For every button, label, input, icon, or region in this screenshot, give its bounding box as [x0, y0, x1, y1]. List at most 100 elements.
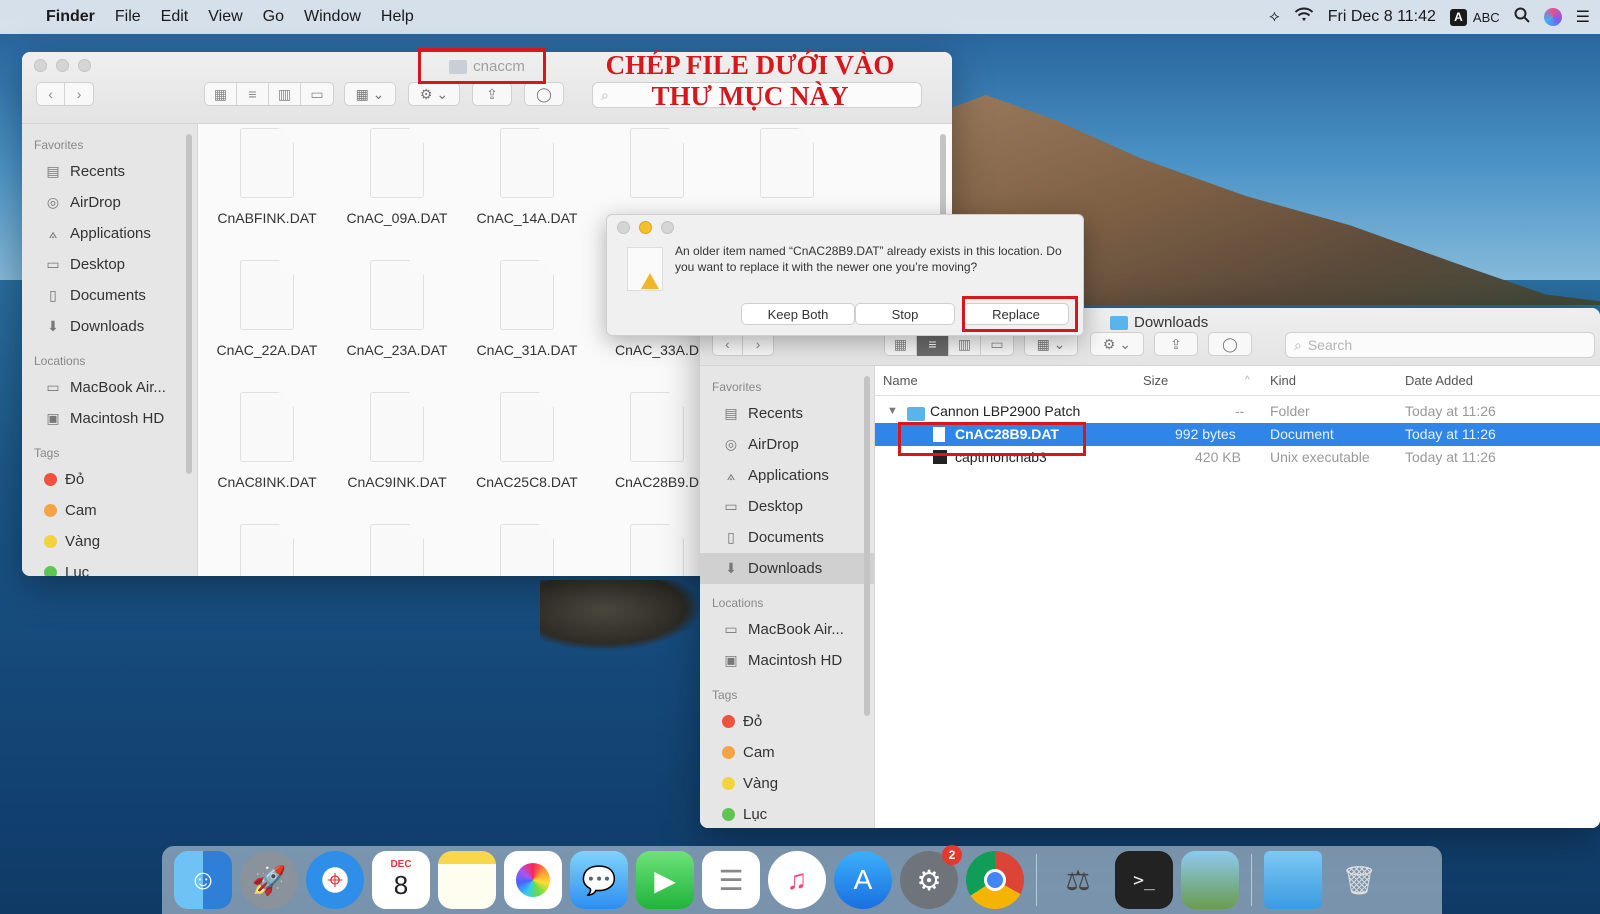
- menu-view[interactable]: View: [208, 8, 242, 26]
- sidebar-item-applications[interactable]: ⟑ Applications: [22, 218, 197, 249]
- menu-help[interactable]: Help: [381, 8, 414, 26]
- group-by-button[interactable]: ▦ ⌄: [344, 82, 396, 106]
- reminders-dock-icon[interactable]: ☰: [702, 851, 760, 909]
- sidebar-item-desktop[interactable]: ▭ Desktop: [700, 491, 874, 522]
- file-item[interactable]: [722, 128, 852, 210]
- sidebar-item-applications[interactable]: ⟑ Applications: [700, 460, 874, 491]
- gallery-view-icon[interactable]: ▭: [301, 82, 333, 106]
- close-button[interactable]: [617, 221, 630, 234]
- menu-go[interactable]: Go: [263, 8, 284, 26]
- minimize-button[interactable]: [639, 221, 652, 234]
- file-item[interactable]: CnAC9INK.DAT: [332, 392, 462, 490]
- column-view-icon[interactable]: ▥: [269, 82, 301, 106]
- safari-dock-icon[interactable]: ⌖: [306, 851, 364, 909]
- file-item[interactable]: CnAC_14A.DAT: [462, 128, 592, 226]
- zoom-button[interactable]: [661, 221, 674, 234]
- wifi-icon[interactable]: [1294, 7, 1314, 28]
- action-button[interactable]: ⚙ ⌄: [408, 82, 460, 106]
- stop-button[interactable]: Stop: [855, 303, 955, 325]
- sidebar-item-macbook[interactable]: ▭ MacBook Air...: [700, 614, 874, 645]
- column-header-date[interactable]: Date Added: [1405, 373, 1473, 388]
- back-icon[interactable]: ‹: [37, 82, 66, 106]
- folder-stack-dock-icon[interactable]: [1264, 851, 1322, 909]
- column-header-size[interactable]: Size: [1143, 373, 1168, 388]
- menu-clock[interactable]: Fri Dec 8 11:42: [1328, 8, 1436, 26]
- sidebar-tag-orange[interactable]: Cam: [700, 737, 874, 768]
- sidebar-item-airdrop[interactable]: ◎ AirDrop: [22, 187, 197, 218]
- file-item[interactable]: [332, 524, 462, 576]
- table-row[interactable]: ▼ Cannon LBP2900 Patch -- Folder Today a…: [875, 400, 1600, 423]
- notification-center-icon[interactable]: ☰: [1576, 7, 1590, 27]
- sidebar-item-airdrop[interactable]: ◎ AirDrop: [700, 429, 874, 460]
- sidebar-tag-green[interactable]: Lục: [22, 557, 197, 576]
- file-item[interactable]: [202, 524, 332, 576]
- tags-button[interactable]: ◯: [524, 82, 564, 106]
- search-field[interactable]: ⌕ Search: [1285, 332, 1595, 358]
- sidebar-item-documents[interactable]: ▯ Documents: [22, 280, 197, 311]
- disk-icon: ▣: [46, 410, 60, 426]
- file-item[interactable]: CnAC25C8.DAT: [462, 392, 592, 490]
- sidebar-tag-yellow[interactable]: Vàng: [700, 768, 874, 799]
- search-icon: ⌕: [1294, 336, 1302, 353]
- icon-view-icon[interactable]: ▦: [205, 82, 237, 106]
- action-button[interactable]: ⚙ ⌄: [1090, 332, 1144, 356]
- file-item[interactable]: [462, 524, 592, 576]
- music-dock-icon[interactable]: ♫: [768, 851, 826, 909]
- terminal-dock-icon[interactable]: >_: [1115, 851, 1173, 909]
- file-item[interactable]: CnAC_09A.DAT: [332, 128, 462, 226]
- file-item[interactable]: CnABFINK.DAT: [202, 128, 332, 226]
- file-item[interactable]: CnAC_23A.DAT: [332, 260, 462, 358]
- menu-finder[interactable]: Finder: [46, 8, 95, 26]
- sidebar-scrollbar[interactable]: [186, 134, 192, 474]
- messages-dock-icon[interactable]: 💬: [570, 851, 628, 909]
- sidebar-item-macintosh-hd[interactable]: ▣ Macintosh HD: [700, 645, 874, 676]
- calendar-dock-icon[interactable]: DEC 8: [372, 851, 430, 909]
- file-item[interactable]: [592, 128, 722, 210]
- disclosure-triangle-icon[interactable]: ▼: [887, 405, 898, 417]
- app-store-dock-icon[interactable]: A: [834, 851, 892, 909]
- sidebar-tag-orange[interactable]: Cam: [22, 495, 197, 526]
- tags-button[interactable]: ◯: [1208, 332, 1252, 356]
- column-header-name[interactable]: Name: [883, 373, 918, 388]
- file-item[interactable]: CnAC8INK.DAT: [202, 392, 332, 490]
- sidebar-tag-red[interactable]: Đỏ: [22, 464, 197, 495]
- sidebar-item-downloads[interactable]: ⬇ Downloads: [22, 311, 197, 342]
- file-item[interactable]: CnAC_22A.DAT: [202, 260, 332, 358]
- sidebar-item-desktop[interactable]: ▭ Desktop: [22, 249, 197, 280]
- row-size: 420 KB: [1195, 449, 1241, 465]
- facetime-dock-icon[interactable]: ▶: [636, 851, 694, 909]
- sidebar-item-macbook[interactable]: ▭ MacBook Air...: [22, 372, 197, 403]
- sidebar-item-recents[interactable]: ▤ Recents: [700, 398, 874, 429]
- menu-window[interactable]: Window: [304, 8, 361, 26]
- system-preferences-dock-icon[interactable]: ⚙ 2: [900, 845, 962, 909]
- photos-dock-icon[interactable]: [504, 851, 562, 909]
- share-button[interactable]: ⇪: [1154, 332, 1198, 356]
- sidebar-tag-red[interactable]: Đỏ: [700, 706, 874, 737]
- sidebar-item-macintosh-hd[interactable]: ▣ Macintosh HD: [22, 403, 197, 434]
- column-header-kind[interactable]: Kind: [1270, 373, 1296, 388]
- directory-utility-dock-icon[interactable]: ⚖: [1049, 851, 1107, 909]
- siri-icon[interactable]: [1543, 8, 1562, 26]
- trash-dock-icon[interactable]: 🗑: [1330, 851, 1388, 909]
- sidebar-item-recents[interactable]: ▤ Recents: [22, 156, 197, 187]
- sidebar-scrollbar[interactable]: [864, 376, 870, 716]
- chrome-dock-icon[interactable]: [966, 851, 1024, 909]
- finder-dock-icon[interactable]: ☺: [174, 851, 232, 909]
- share-button[interactable]: ⇪: [472, 82, 512, 106]
- sidebar-tag-green[interactable]: Lục: [700, 799, 874, 828]
- file-item[interactable]: CnAC_31A.DAT: [462, 260, 592, 358]
- list-view-icon[interactable]: ≡: [237, 82, 269, 106]
- keep-both-button[interactable]: Keep Both: [741, 303, 855, 325]
- forward-icon[interactable]: ›: [65, 82, 93, 106]
- launchpad-dock-icon[interactable]: 🚀: [240, 851, 298, 909]
- input-source-menu[interactable]: A ABC: [1449, 8, 1500, 26]
- preview-dock-icon[interactable]: [1181, 851, 1239, 909]
- sidebar-item-downloads[interactable]: ⬇ Downloads: [700, 553, 874, 584]
- spotlight-icon[interactable]: [1514, 7, 1530, 28]
- sidebar-item-documents[interactable]: ▯ Documents: [700, 522, 874, 553]
- menu-file[interactable]: File: [115, 8, 141, 26]
- network-status-icon[interactable]: ⟡: [1269, 8, 1280, 26]
- sidebar-tag-yellow[interactable]: Vàng: [22, 526, 197, 557]
- menu-edit[interactable]: Edit: [161, 8, 189, 26]
- notes-dock-icon[interactable]: [438, 851, 496, 909]
